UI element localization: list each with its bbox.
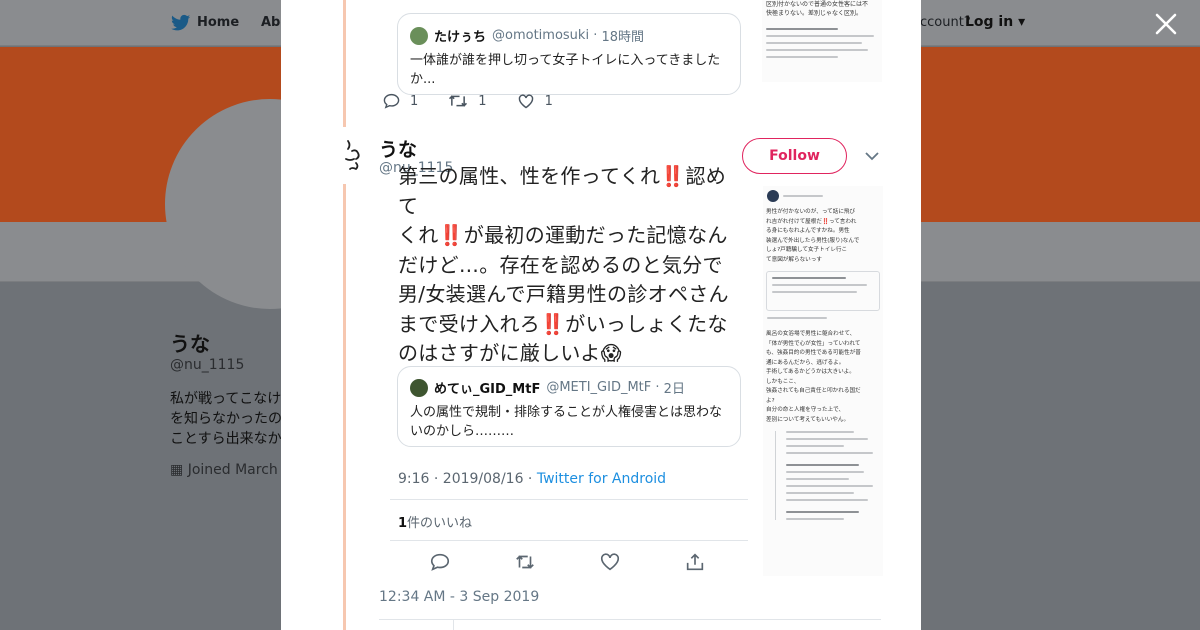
twitter-bird-icon[interactable] [171,14,191,32]
screenshot-likes: 1件のいいね [398,516,473,531]
profile-bio: 私が戦ってこなけ を知らなかったの ことすら出来なか [170,389,282,449]
divider [390,540,748,541]
quoted-name: めてぃ_GID_MtF [434,382,541,397]
quoted-handle: @omotimosuki [492,28,590,43]
divider [453,619,454,630]
user-avatar[interactable] [342,137,368,177]
reply-icon [429,551,451,573]
source-link: Twitter for Android [536,471,667,487]
calendar-icon: ▦ [170,462,184,478]
like-button[interactable]: 1 [517,93,553,109]
chevron-down-icon[interactable] [865,151,879,161]
tweet-actions: 1 1 1 [383,93,583,109]
thread-line [343,184,346,630]
divider [379,619,881,620]
attached-image[interactable]: 区別付かないので普通の女性客には不 快極まりない。差別じゃなく区別。 [762,0,882,82]
tweet-timestamp[interactable]: 12:34 AM - 3 Sep 2019 [379,589,539,605]
screenshot-action-bar [429,551,769,573]
profile-bio-line: を知らなかったの [170,411,282,427]
quoted-time: 2日 [663,382,685,397]
screenshot-tweet-meta: 9:16 · 2019/08/16 · Twitter for Android [398,471,667,487]
quoted-time: 18時間 [601,30,645,45]
divider [390,499,748,500]
tweet-modal: たけぅち @omotimosuki · 18時間 一体誰が誰を押し切って女子トイ… [281,0,921,630]
screenshot-tweet-text: 第三の属性、性を作ってくれ‼️認めて くれ‼️が最初の運動だった記憶なん だけど… [398,164,729,365]
quoted-tweet[interactable]: めてぃ_GID_MtF @METI_GID_MtF · 2日 人の属性で規制・排… [397,366,741,447]
quoted-name: たけぅち [434,30,487,45]
retweet-icon [449,95,468,107]
quoted-text: 一体誰が誰を押し切って女子トイレに入ってきました か... [410,53,721,87]
nav-account-text: ccount? [920,15,971,30]
retweet-icon [514,551,536,573]
quoted-avatar [410,378,428,397]
attached-image[interactable]: 男性が付かないのが、って話に飛び れ吉がれ付けて屋根だ‼️って言われ る身にもな… [763,186,883,576]
reply-icon [383,93,400,109]
nav-home-link[interactable]: Home [197,15,239,30]
thread-line [343,0,346,127]
heart-icon [599,551,621,573]
login-link[interactable]: Log in ▾ [965,14,1025,30]
close-icon[interactable] [1154,12,1178,36]
tweet-author-name[interactable]: うな [379,135,417,162]
profile-name: うな [170,332,210,356]
quoted-text: 人の属性で規制・排除することが人権侵害とは思わな いのかしら……… [410,405,723,439]
reply-button[interactable]: 1 [383,93,418,109]
quoted-handle: @METI_GID_MtF [546,380,652,395]
heart-icon [518,94,533,109]
follow-button[interactable]: Follow [742,138,847,174]
share-icon [684,551,706,573]
retweet-button[interactable]: 1 [448,93,487,109]
profile-handle: @nu_1115 [170,357,245,373]
profile-bio-line: ことすら出来なか [170,431,282,447]
profile-joined: ▦ Joined March [170,462,278,478]
quoted-tweet[interactable]: たけぅち @omotimosuki · 18時間 一体誰が誰を押し切って女子トイ… [397,13,741,95]
profile-bio-line: 私が戦ってこなけ [170,391,282,407]
quoted-avatar [410,26,428,45]
